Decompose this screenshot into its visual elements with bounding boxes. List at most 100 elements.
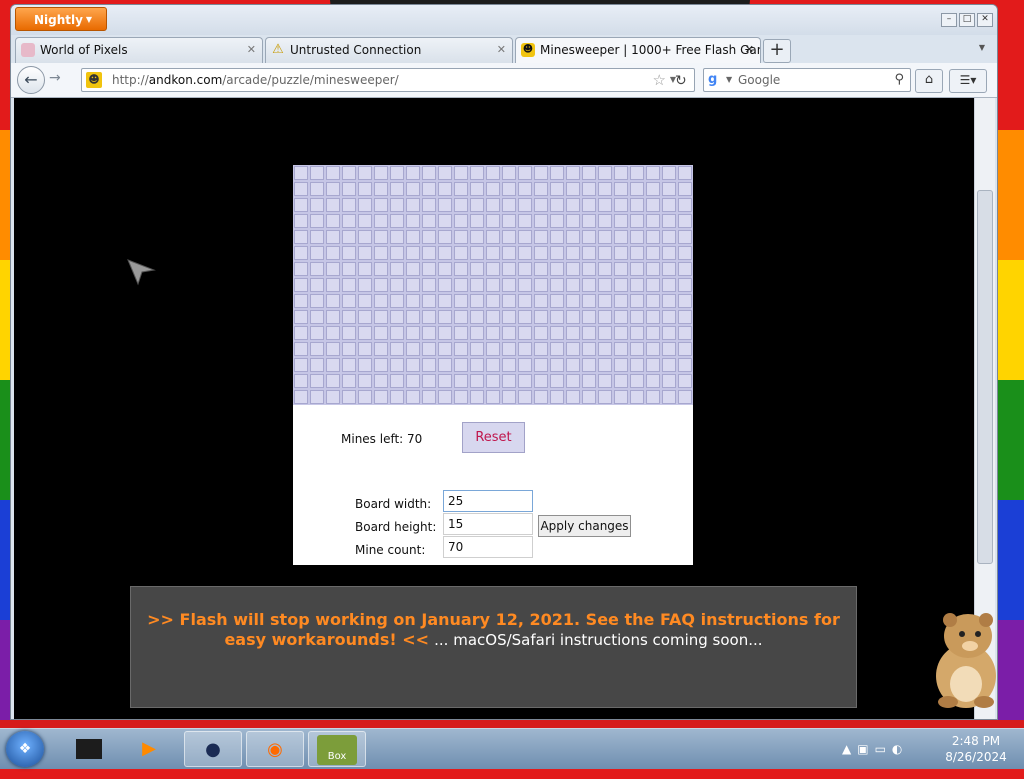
mine-cell[interactable] — [310, 358, 324, 372]
mine-cell[interactable] — [326, 326, 340, 340]
mine-cell[interactable] — [422, 374, 436, 388]
mine-cell[interactable] — [422, 262, 436, 276]
mine-cell[interactable] — [550, 310, 564, 324]
mine-cell[interactable] — [598, 294, 612, 308]
mine-cell[interactable] — [566, 230, 580, 244]
mine-cell[interactable] — [454, 278, 468, 292]
mine-cell[interactable] — [518, 182, 532, 196]
display-icon[interactable]: ▭ — [875, 742, 886, 756]
new-tab-button[interactable]: + — [763, 39, 791, 63]
mine-cell[interactable] — [310, 374, 324, 388]
mine-cell[interactable] — [502, 230, 516, 244]
mine-cell[interactable] — [486, 310, 500, 324]
mine-cell[interactable] — [422, 326, 436, 340]
mine-cell[interactable] — [566, 214, 580, 228]
mine-cell[interactable] — [486, 214, 500, 228]
mine-cell[interactable] — [646, 262, 660, 276]
mine-cell[interactable] — [550, 358, 564, 372]
mine-cell[interactable] — [566, 326, 580, 340]
mine-cell[interactable] — [470, 310, 484, 324]
mine-cell[interactable] — [582, 230, 596, 244]
mine-cell[interactable] — [502, 166, 516, 180]
mine-cell[interactable] — [486, 358, 500, 372]
mine-cell[interactable] — [678, 246, 692, 260]
mine-cell[interactable] — [646, 198, 660, 212]
mine-cell[interactable] — [630, 342, 644, 356]
mine-cell[interactable] — [646, 342, 660, 356]
mine-cell[interactable] — [310, 214, 324, 228]
mine-cell[interactable] — [326, 278, 340, 292]
mine-cell[interactable] — [326, 358, 340, 372]
mine-cell[interactable] — [598, 310, 612, 324]
mine-cell[interactable] — [518, 246, 532, 260]
mine-cell[interactable] — [534, 294, 548, 308]
mine-cell[interactable] — [422, 294, 436, 308]
mine-cell[interactable] — [310, 262, 324, 276]
mine-cell[interactable] — [358, 262, 372, 276]
mine-cell[interactable] — [614, 326, 628, 340]
mine-cell[interactable] — [566, 166, 580, 180]
taskbar-app-1[interactable] — [60, 731, 118, 767]
mine-cell[interactable] — [630, 166, 644, 180]
mine-cell[interactable] — [566, 262, 580, 276]
mine-cell[interactable] — [614, 374, 628, 388]
mine-cell[interactable] — [390, 358, 404, 372]
mine-cell[interactable] — [550, 246, 564, 260]
mine-cell[interactable] — [454, 310, 468, 324]
mine-cell[interactable] — [454, 246, 468, 260]
mine-cell[interactable] — [534, 278, 548, 292]
mine-cell[interactable] — [630, 182, 644, 196]
mine-cell[interactable] — [358, 214, 372, 228]
mine-cell[interactable] — [326, 246, 340, 260]
mine-cell[interactable] — [598, 214, 612, 228]
mine-cell[interactable] — [310, 198, 324, 212]
volume-icon[interactable]: ◐ — [892, 742, 902, 756]
mine-cell[interactable] — [518, 262, 532, 276]
mine-cell[interactable] — [374, 374, 388, 388]
mine-cell[interactable] — [374, 294, 388, 308]
mine-cell[interactable] — [502, 262, 516, 276]
mine-cell[interactable] — [454, 390, 468, 404]
mine-cell[interactable] — [422, 310, 436, 324]
mine-cell[interactable] — [486, 166, 500, 180]
url-bar[interactable]: ☻ http://andkon.com/arcade/puzzle/minesw… — [81, 68, 695, 92]
mine-cell[interactable] — [662, 182, 676, 196]
mine-cell[interactable] — [342, 246, 356, 260]
mine-cell[interactable] — [550, 166, 564, 180]
bookmarks-button[interactable]: ☰▾ — [949, 69, 987, 93]
mine-cell[interactable] — [310, 310, 324, 324]
mine-cell[interactable] — [646, 294, 660, 308]
mine-cell[interactable] — [646, 358, 660, 372]
mine-cell[interactable] — [662, 230, 676, 244]
mine-cell[interactable] — [294, 182, 308, 196]
mine-cell[interactable] — [582, 390, 596, 404]
mine-cell[interactable] — [646, 214, 660, 228]
mine-cell[interactable] — [502, 198, 516, 212]
mine-cell[interactable] — [454, 198, 468, 212]
mine-cell[interactable] — [678, 374, 692, 388]
mine-cell[interactable] — [342, 230, 356, 244]
mine-cell[interactable] — [614, 342, 628, 356]
mine-cell[interactable] — [358, 342, 372, 356]
mine-cell[interactable] — [534, 342, 548, 356]
mine-cell[interactable] — [470, 358, 484, 372]
mine-cell[interactable] — [358, 294, 372, 308]
mine-cell[interactable] — [406, 262, 420, 276]
taskbar-app-3[interactable]: ● — [184, 731, 242, 767]
mine-cell[interactable] — [422, 358, 436, 372]
mine-cell[interactable] — [614, 246, 628, 260]
tab-close-icon[interactable]: ✕ — [497, 38, 506, 62]
mine-cell[interactable] — [646, 374, 660, 388]
mine-cell[interactable] — [534, 214, 548, 228]
mine-cell[interactable] — [390, 278, 404, 292]
mine-cell[interactable] — [342, 198, 356, 212]
mine-cell[interactable] — [662, 342, 676, 356]
mine-cell[interactable] — [358, 358, 372, 372]
mine-cell[interactable] — [678, 166, 692, 180]
mine-cell[interactable] — [358, 166, 372, 180]
mine-cell[interactable] — [342, 342, 356, 356]
mine-cell[interactable] — [614, 198, 628, 212]
mine-cell[interactable] — [310, 182, 324, 196]
mine-cell[interactable] — [310, 166, 324, 180]
mine-cell[interactable] — [326, 294, 340, 308]
